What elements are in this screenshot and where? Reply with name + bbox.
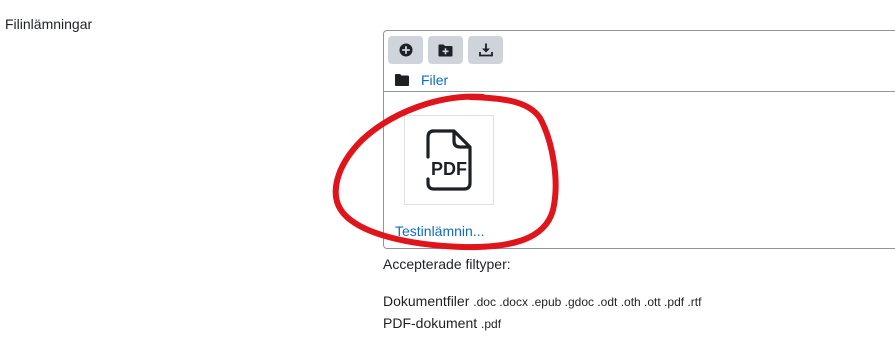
accepted-type-row: PDF-dokument .pdf (383, 315, 501, 331)
add-file-icon (399, 43, 412, 57)
breadcrumb: Filer (395, 72, 448, 88)
add-file-button[interactable] (388, 36, 423, 64)
accepted-type-name: Dokumentfiler (383, 293, 470, 309)
create-folder-button[interactable] (428, 36, 463, 64)
field-label: Filinlämningar (5, 16, 93, 32)
file-manager: Filer PDF Testinlämnin... (383, 30, 895, 249)
divider (384, 91, 895, 92)
download-button[interactable] (468, 36, 503, 64)
breadcrumb-folder-link[interactable]: Filer (421, 72, 448, 88)
accepted-type-name: PDF-dokument (383, 315, 478, 331)
accepted-type-extensions: .pdf (481, 317, 502, 331)
page: Filinlämningar Filer PDF Testinlämnin...… (0, 0, 895, 346)
pdf-label: PDF (431, 159, 467, 179)
download-icon (478, 43, 493, 57)
accepted-types-title: Accepterade filtyper: (383, 256, 511, 272)
accepted-type-row: Dokumentfiler .doc .docx .epub .gdoc .od… (383, 293, 701, 309)
file-manager-toolbar (388, 36, 503, 64)
create-folder-icon (438, 44, 453, 56)
accepted-type-extensions: .doc .docx .epub .gdoc .odt .oth .ott .p… (473, 295, 702, 309)
file-thumbnail[interactable]: PDF (404, 115, 494, 205)
file-name-link[interactable]: Testinlämnin... (395, 223, 484, 239)
pdf-file-icon: PDF (426, 129, 472, 191)
folder-icon (395, 74, 409, 86)
